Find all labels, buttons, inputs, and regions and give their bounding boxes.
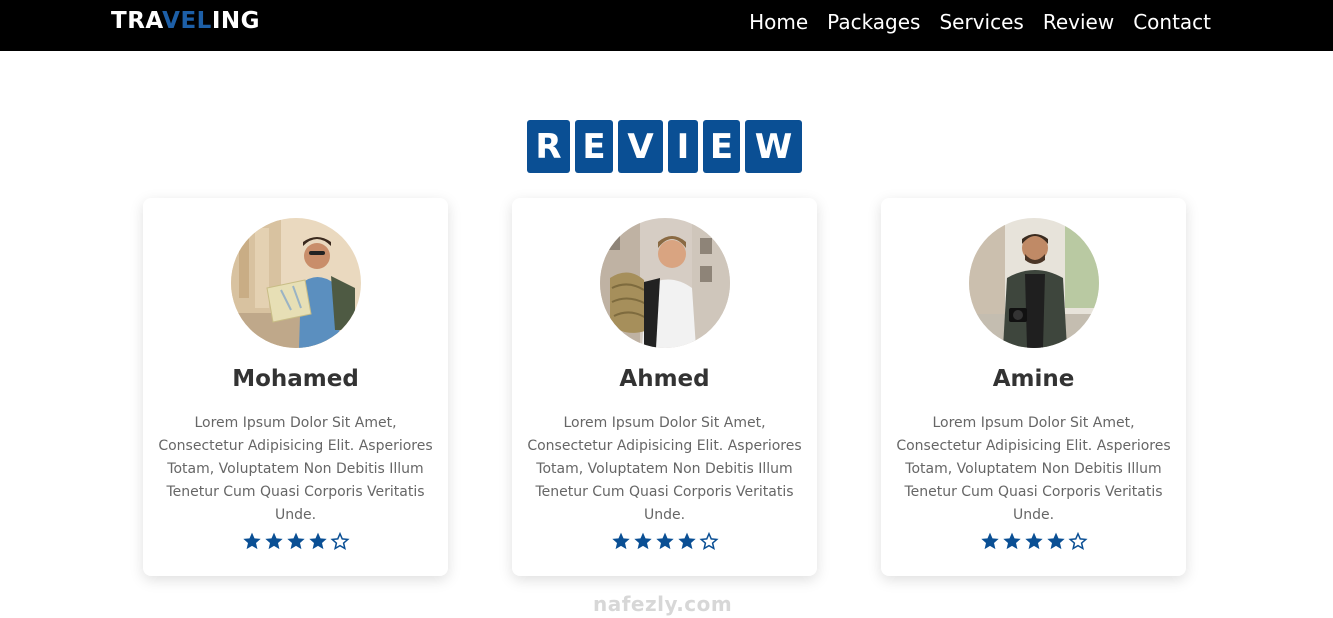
- title-letter: I: [668, 120, 698, 173]
- star-filled-icon: [655, 531, 675, 551]
- title-letter: W: [745, 120, 802, 173]
- star-empty-icon: [1067, 531, 1088, 551]
- star-filled-icon: [242, 531, 262, 551]
- star-filled-icon: [1046, 531, 1066, 551]
- avatar: [600, 218, 730, 348]
- reviewer-name: Mohamed: [232, 366, 359, 392]
- star-filled-icon: [1002, 531, 1022, 551]
- star-filled-icon: [286, 531, 306, 551]
- nav-link-contact[interactable]: Contact: [1133, 10, 1211, 34]
- star-filled-icon: [1024, 531, 1044, 551]
- title-letter: E: [575, 120, 613, 173]
- title-letter: E: [703, 120, 740, 173]
- logo-part-1: TRA: [111, 8, 163, 34]
- review-card: Mohamed Lorem Ipsum Dolor Sit Amet, Cons…: [143, 198, 448, 576]
- star-rating: [143, 531, 448, 551]
- star-filled-icon: [308, 531, 328, 551]
- star-empty-icon: [329, 531, 350, 551]
- nav-link-services[interactable]: Services: [939, 10, 1023, 34]
- nav-link-review[interactable]: Review: [1043, 10, 1114, 34]
- star-filled-icon: [677, 531, 697, 551]
- star-rating: [881, 531, 1186, 551]
- review-text: Lorem Ipsum Dolor Sit Amet, Consectetur …: [158, 415, 433, 523]
- star-filled-icon: [980, 531, 1000, 551]
- title-letter: R: [527, 120, 570, 173]
- logo-part-2: VEL: [162, 8, 212, 34]
- logo[interactable]: TRAVELING: [111, 8, 260, 34]
- nav-link-home[interactable]: Home: [749, 10, 808, 34]
- nav-link-packages[interactable]: Packages: [827, 10, 920, 34]
- nav-links: Home Packages Services Review Contact: [749, 10, 1211, 34]
- section-title: R E V I E W: [527, 120, 802, 173]
- logo-part-3: ING: [211, 8, 260, 34]
- star-filled-icon: [633, 531, 653, 551]
- reviewer-name: Ahmed: [619, 366, 710, 392]
- review-card: Ahmed Lorem Ipsum Dolor Sit Amet, Consec…: [512, 198, 817, 576]
- review-card: Amine Lorem Ipsum Dolor Sit Amet, Consec…: [881, 198, 1186, 576]
- review-text: Lorem Ipsum Dolor Sit Amet, Consectetur …: [527, 415, 802, 523]
- avatar: [969, 218, 1099, 348]
- navbar: TRAVELING Home Packages Services Review …: [0, 0, 1333, 51]
- review-text: Lorem Ipsum Dolor Sit Amet, Consectetur …: [896, 415, 1171, 523]
- reviewer-name: Amine: [992, 366, 1075, 392]
- star-empty-icon: [698, 531, 719, 551]
- watermark: nafezly.com: [593, 592, 733, 616]
- star-rating: [512, 531, 817, 551]
- star-filled-icon: [264, 531, 284, 551]
- title-letter: V: [618, 120, 663, 173]
- star-filled-icon: [611, 531, 631, 551]
- avatar: [231, 218, 361, 348]
